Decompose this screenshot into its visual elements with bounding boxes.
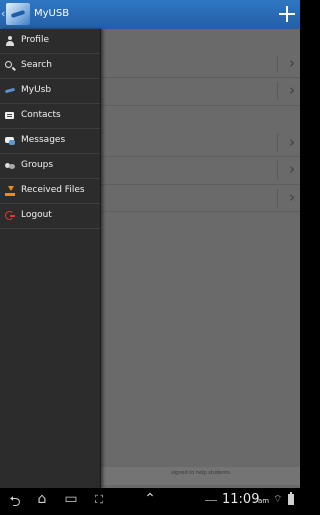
drawer-item-label: Logout	[21, 210, 52, 220]
app-logo-icon[interactable]	[6, 3, 30, 25]
action-bar: ‹ MyUSB	[0, 0, 300, 30]
drawer-item-logout[interactable]: Logout	[0, 204, 100, 229]
drawer-item-label: Received Files	[21, 185, 85, 195]
chevron-right-icon: ›	[289, 81, 295, 99]
row-divider	[277, 55, 278, 73]
chevron-right-icon: ›	[289, 54, 295, 72]
up-caret-icon[interactable]: ‹	[1, 7, 5, 20]
row-divider	[277, 161, 278, 179]
drawer-item-messages[interactable]: Messages	[0, 129, 100, 154]
download-icon	[5, 186, 15, 196]
back-icon[interactable]: ⮌	[6, 491, 24, 510]
chevron-right-icon: ›	[289, 188, 295, 206]
chevron-right-icon: ›	[289, 160, 295, 178]
main-content: › › › › › signed to help students	[101, 29, 300, 488]
list-row[interactable]: ›	[101, 51, 300, 78]
drawer-item-groups[interactable]: Groups	[0, 154, 100, 179]
list-row[interactable]: ›	[101, 157, 300, 185]
navigation-drawer: Profile Search MyUsb Contacts Messages G…	[0, 29, 101, 488]
drawer-item-myusb[interactable]: MyUsb	[0, 79, 100, 104]
chevron-right-icon: ›	[289, 133, 295, 151]
recent-apps-icon[interactable]: ▭	[62, 491, 80, 509]
footer-text: signed to help students	[171, 470, 230, 476]
screenshot-icon[interactable]: ⛶	[90, 493, 108, 511]
wifi-icon: ⌔	[273, 494, 283, 505]
messages-icon	[5, 136, 15, 146]
drawer-item-label: Contacts	[21, 110, 61, 120]
drawer-item-label: Search	[21, 60, 52, 70]
drawer-item-label: Profile	[21, 35, 49, 45]
list-row[interactable]: ›	[101, 78, 300, 106]
contacts-icon	[5, 111, 15, 121]
person-icon	[5, 36, 15, 46]
home-icon[interactable]: ⌂	[32, 491, 52, 509]
drawer-item-label: MyUsb	[21, 85, 52, 95]
clock-ampm: am	[258, 497, 270, 505]
battery-icon	[288, 492, 295, 506]
groups-icon	[5, 161, 15, 171]
drawer-item-received-files[interactable]: Received Files	[0, 179, 100, 204]
row-divider	[277, 134, 278, 152]
system-bar: ⮌ ⌂ ▭ ⛶ ⌃ 11:09 am ⌔	[0, 488, 300, 512]
list-row[interactable]: ›	[101, 130, 300, 157]
row-divider	[277, 189, 278, 207]
chevron-up-icon[interactable]: ⌃	[141, 491, 159, 509]
drawer-item-label: Groups	[21, 160, 54, 170]
drawer-item-profile[interactable]: Profile	[0, 29, 100, 54]
list-row[interactable]: ›	[101, 185, 300, 212]
add-button[interactable]	[274, 0, 300, 29]
myusb-icon	[5, 86, 15, 96]
search-icon	[5, 61, 15, 71]
status-divider	[205, 500, 217, 501]
clock[interactable]: 11:09	[222, 492, 259, 507]
app-title: MyUSB	[34, 8, 70, 19]
row-divider	[277, 82, 278, 100]
drawer-item-contacts[interactable]: Contacts	[0, 104, 100, 129]
footer-banner: signed to help students	[101, 467, 300, 485]
drawer-item-search[interactable]: Search	[0, 54, 100, 79]
drawer-item-label: Messages	[21, 135, 66, 145]
logout-icon	[5, 211, 15, 221]
